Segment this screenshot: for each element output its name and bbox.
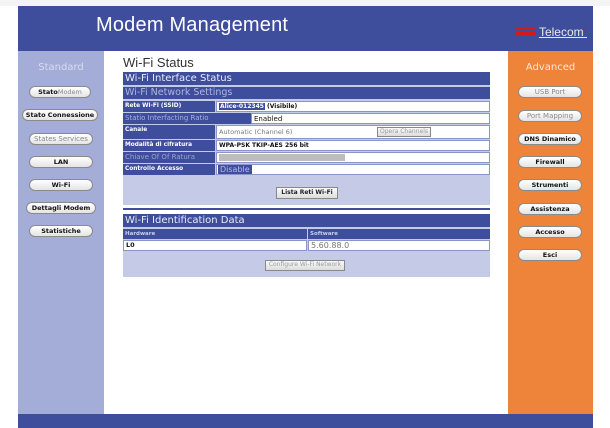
nav-dettagli-modem[interactable]: Dettagli Modem — [26, 202, 96, 214]
sidebar-advanced: Advanced USB Port Port Mapping DNS Dinam… — [508, 51, 593, 414]
sidebar-standard-title: Standard — [38, 62, 84, 73]
footer-bar — [18, 414, 593, 428]
ssid-row: Rete Wi-Fi (SSID) Alice-012345 (Visibile… — [123, 101, 490, 112]
nav-stato-connessione[interactable]: Stato Connessione — [22, 109, 98, 121]
section-divider — [123, 208, 490, 210]
nav-port-mapping[interactable]: Port Mapping — [518, 110, 582, 122]
masked-key — [219, 154, 345, 161]
brand-logo: Telecom! — [515, 25, 587, 39]
identification-heading: Wi-Fi Identification Data — [123, 214, 490, 227]
access-value-box: Disable — [216, 164, 490, 175]
hardware-header: Hardware — [123, 229, 307, 239]
interface-heading: Wi-Fi Interface Status — [123, 72, 490, 85]
ratio-value: Enabled — [251, 113, 490, 124]
wifi-interface-panel: Wi-Fi Interface Status Wi-Fi Network Set… — [123, 72, 490, 205]
app-title: Modem Management — [96, 14, 289, 36]
software-header: Software — [308, 229, 490, 239]
nav-wifi[interactable]: Wi-Fi — [29, 179, 93, 191]
nav-lan[interactable]: LAN — [29, 156, 93, 168]
cipher-label: Modalità di cifratura — [123, 140, 215, 151]
header-bar: Modem Management Telecom! — [18, 6, 593, 51]
key-label: Chiave Of Of Ratura — [123, 152, 215, 163]
nav-dns-dinamico[interactable]: DNS Dinamico — [518, 133, 582, 145]
channel-label: Canale — [123, 125, 215, 139]
nav-accesso[interactable]: Accesso — [518, 226, 582, 238]
access-row: Controllo Accesso Disable — [123, 164, 490, 175]
wifi-identification-panel: Wi-Fi Identification Data Hardware Softw… — [123, 214, 490, 277]
cipher-row: Modalità di cifratura WPA-PSK TKIP-AES 2… — [123, 140, 490, 151]
software-value: 5.60.88.0 — [308, 240, 490, 251]
hardware-value: L0 — [123, 240, 307, 251]
opera-channels-button[interactable]: Opera Channels — [377, 127, 431, 137]
nav-statistiche[interactable]: Statistiche — [29, 225, 93, 237]
cipher-value: WPA-PSK TKIP-AES 256 bit — [216, 140, 490, 151]
ratio-row: Statio Interfacting Ratio Enabled — [123, 113, 490, 124]
ssid-value: Alice-012345 (Visibile) — [216, 101, 490, 112]
network-settings-subheading: Wi-Fi Network Settings — [123, 87, 490, 99]
channel-value: Automatic (Channel 6) — [216, 125, 490, 139]
nav-esci[interactable]: Esci — [518, 249, 582, 261]
nav-assistenza[interactable]: Assistenza — [518, 203, 582, 215]
nav-states-services[interactable]: States Services — [29, 133, 93, 145]
sidebar-standard: Standard Stato Modem Stato Connessione St… — [18, 51, 104, 414]
telecom-flag-icon — [515, 28, 536, 36]
key-value[interactable] — [216, 152, 490, 163]
ssid-label: Rete Wi-Fi (SSID) — [123, 101, 215, 112]
ratio-label: Statio Interfacting Ratio — [123, 113, 251, 124]
lista-reti-button[interactable]: Lista Reti Wi-Fi — [276, 187, 338, 199]
nav-firewall[interactable]: Firewall — [518, 156, 582, 168]
nav-stato-modem[interactable]: Stato Modem — [29, 86, 91, 98]
access-value: Disable — [218, 165, 252, 174]
nav-usb-port[interactable]: USB Port — [518, 86, 582, 98]
main-content: Wi-Fi Status Wi-Fi Interface Status Wi-F… — [104, 51, 508, 414]
nav-strumenti[interactable]: Strumenti — [518, 179, 582, 191]
brand-name: Telecom! — [538, 25, 587, 39]
access-label: Controllo Accesso — [123, 164, 215, 175]
channel-row: Canale Automatic (Channel 6) Opera Chann… — [123, 125, 490, 139]
configure-wifi-button[interactable]: Configure Wi-Fi Network — [265, 260, 345, 271]
sidebar-advanced-title: Advanced — [525, 62, 576, 73]
page-title: Wi-Fi Status — [123, 55, 194, 70]
key-row: Chiave Of Of Ratura — [123, 152, 490, 163]
